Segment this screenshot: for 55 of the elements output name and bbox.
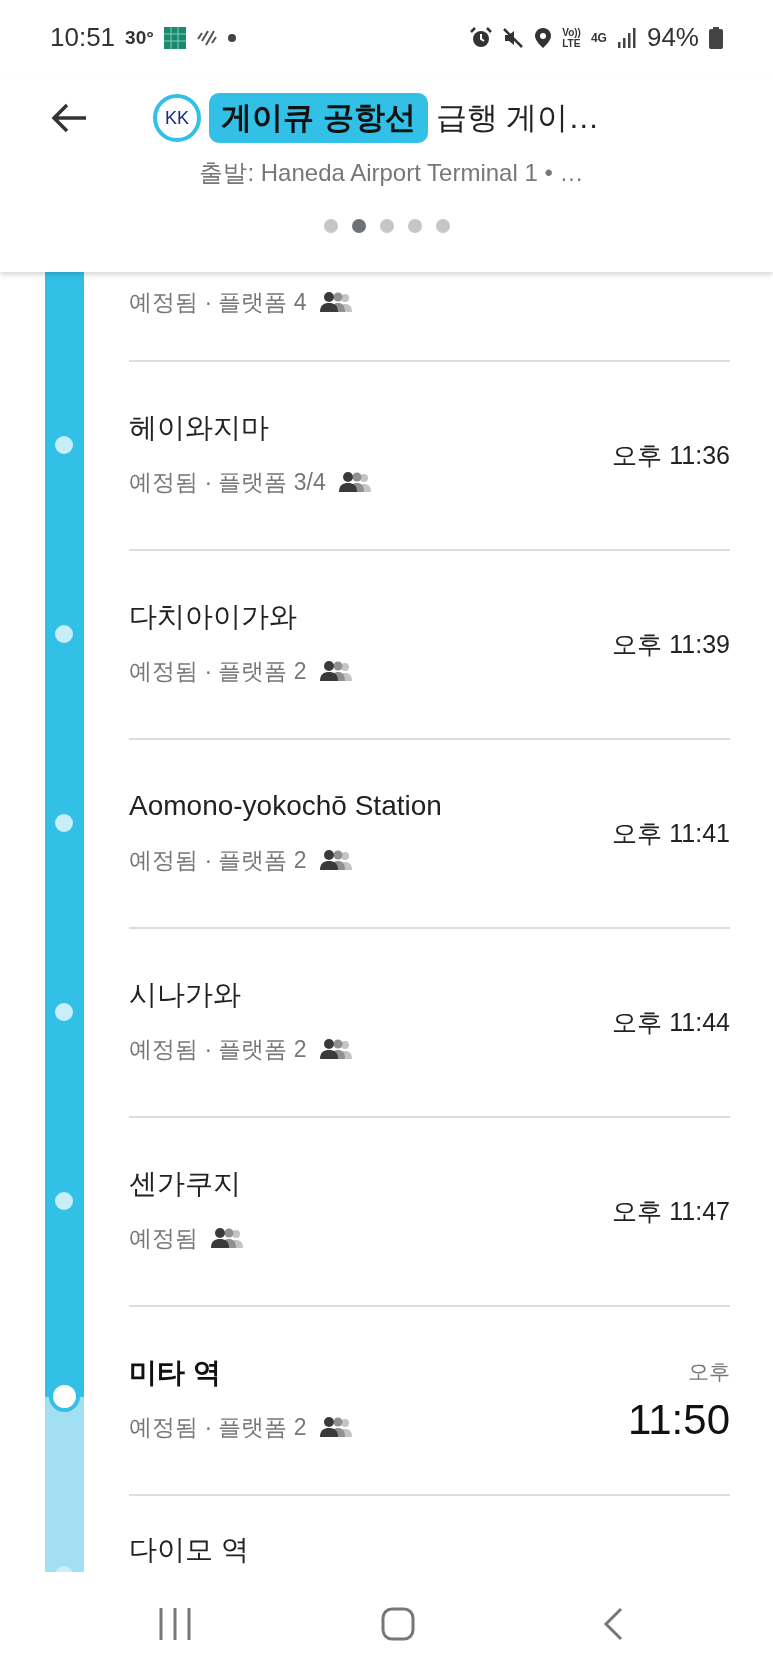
stop-details: 예정됨 · 플랫폼 2 (129, 657, 307, 686)
time-period: 오후 (688, 1358, 730, 1385)
temperature: 30° (125, 26, 154, 49)
recents-button[interactable] (158, 1607, 192, 1640)
dot-icon (227, 33, 236, 42)
stop-details: 예정됨 · 플랫폼 2 (129, 1413, 307, 1442)
battery-percent: 94% (646, 22, 699, 53)
station-name: 시나가와 (129, 978, 242, 1012)
rain-icon (195, 28, 218, 47)
people-icon (318, 661, 353, 681)
stop-details: 예정됨 · 플랫폼 2 (129, 1035, 307, 1064)
location-icon (534, 26, 553, 49)
people-icon (318, 1039, 353, 1059)
line-logo: KK (153, 94, 201, 142)
signal-icon (616, 27, 637, 48)
page-dot[interactable] (351, 219, 366, 233)
page-dot[interactable] (407, 219, 422, 233)
station-name: 센가쿠지 (129, 1167, 242, 1201)
stop-details: 예정됨 (129, 1224, 198, 1253)
people-icon (318, 850, 353, 870)
people-icon (337, 472, 372, 492)
page-dot[interactable] (435, 219, 450, 233)
arrival-time: 오후 11:41 (612, 818, 730, 849)
mute-icon (502, 26, 525, 49)
clock: 10:51 (50, 22, 116, 53)
line-badge: 게이큐 공항선 (209, 93, 428, 143)
people-icon (210, 1228, 244, 1248)
stop-details: 예정됨 · 플랫폼 2 (129, 846, 307, 875)
stop-details: 예정됨 · 플랫폼 4 (129, 288, 307, 317)
station-name: 다이모 역 (129, 1533, 249, 1567)
station-name: 다치아이가와 (129, 600, 298, 634)
people-icon (318, 292, 353, 312)
back-button[interactable] (50, 102, 88, 134)
arrival-time: 오후 11:36 (612, 440, 730, 471)
route-title: 급행 게이… (435, 99, 600, 137)
back-nav-button[interactable] (603, 1606, 623, 1641)
battery-icon (709, 26, 723, 49)
people-icon (318, 1417, 353, 1437)
home-button[interactable] (380, 1606, 415, 1641)
station-name: 헤이와지마 (129, 411, 270, 445)
arrival-time: 오후 11:39 (612, 629, 730, 660)
route-subtitle: 출발: Haneda Airport Terminal 1 • … (198, 158, 584, 188)
lte-text: LTE (562, 37, 581, 49)
network-type: 4G (590, 30, 607, 45)
weather-grid-icon (163, 26, 186, 49)
station-name: Aomono-yokochō Station (129, 789, 442, 823)
station-name: 미타 역 (129, 1356, 222, 1390)
volte-text: Vo)) (562, 26, 581, 38)
arrival-time: 오후 11:47 (612, 1196, 730, 1227)
arrival-time: 11:50 (628, 1395, 730, 1444)
page-dot[interactable] (323, 219, 338, 233)
arrival-time: 오후 11:44 (612, 1007, 730, 1038)
stop-details: 예정됨 · 플랫폼 3/4 (129, 468, 326, 497)
page-dot[interactable] (379, 219, 394, 233)
alarm-icon (470, 26, 493, 49)
